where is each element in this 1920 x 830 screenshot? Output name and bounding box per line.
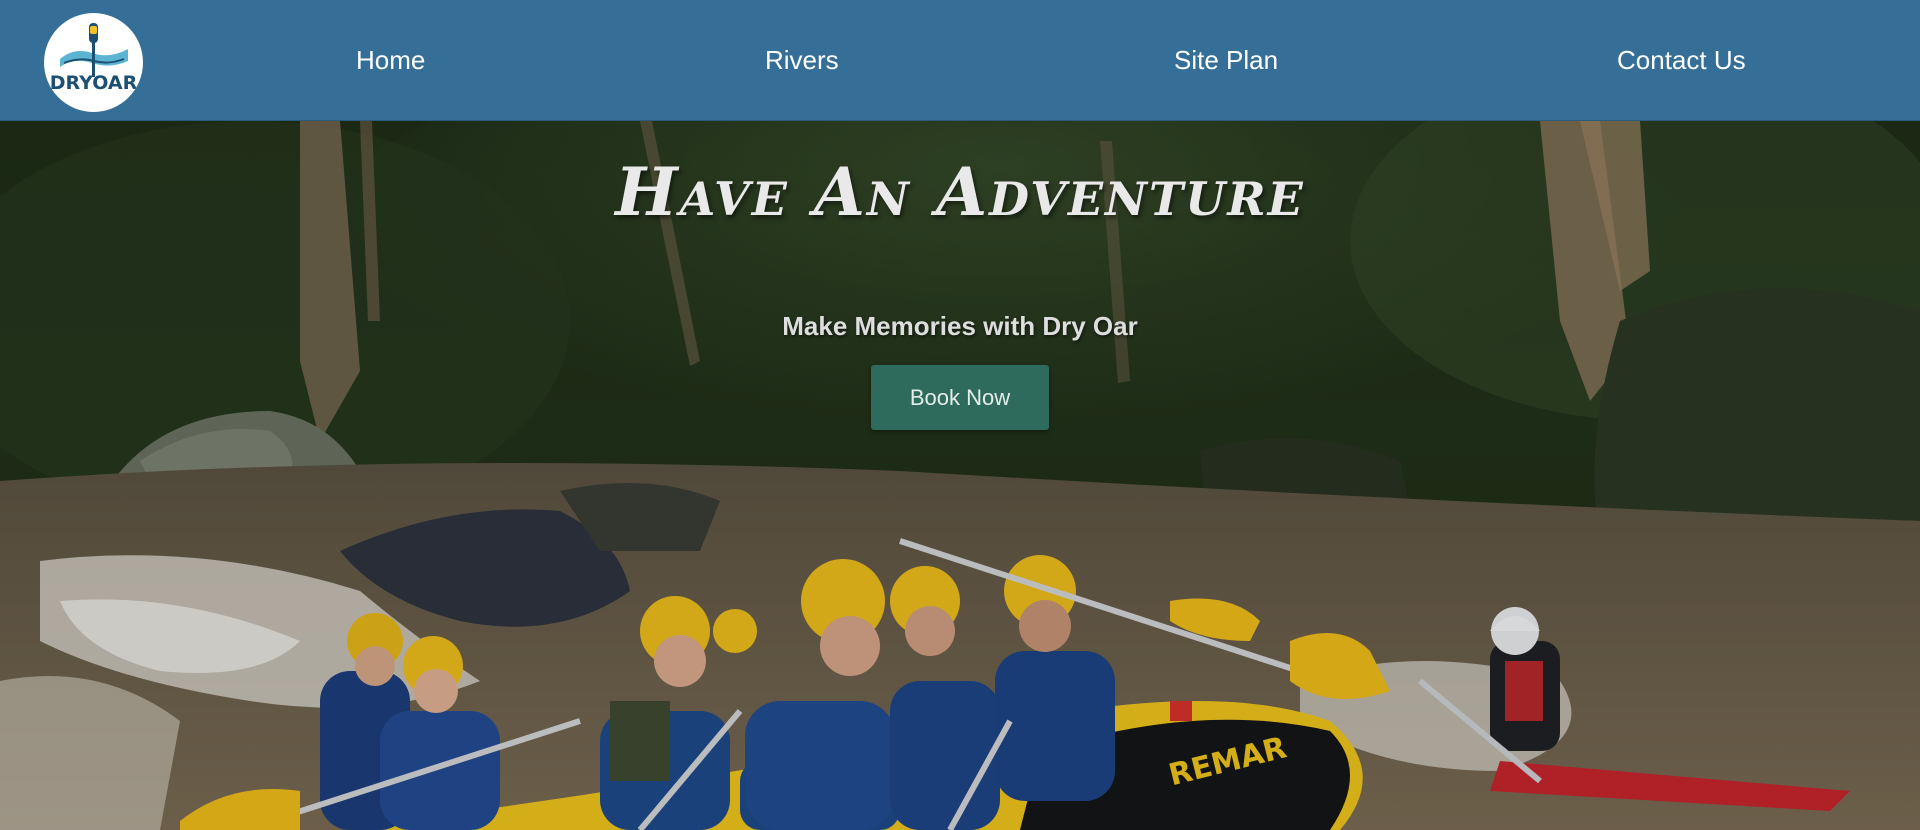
- nav-rivers-link[interactable]: Rivers: [765, 0, 839, 121]
- nav-site-plan-link[interactable]: Site Plan: [1174, 0, 1278, 121]
- nav-home-link[interactable]: Home: [356, 0, 425, 121]
- nav-contact-us-link[interactable]: Contact Us: [1617, 0, 1746, 121]
- hero-headline: Have An Adventure: [615, 153, 1305, 231]
- hero-banner: REMAR Have An Adventure Make Memories wi…: [0, 121, 1920, 830]
- book-now-button[interactable]: Book Now: [871, 365, 1049, 430]
- paddle-logo-icon: DRYOAR: [50, 23, 138, 94]
- dry-oar-logo[interactable]: DRYOAR: [44, 13, 143, 112]
- svg-text:DRYOAR: DRYOAR: [50, 72, 138, 94]
- hero-subheadline: Make Memories with Dry Oar: [782, 311, 1138, 341]
- site-header: DRYOAR Home Rivers Site Plan Contact Us: [0, 0, 1920, 121]
